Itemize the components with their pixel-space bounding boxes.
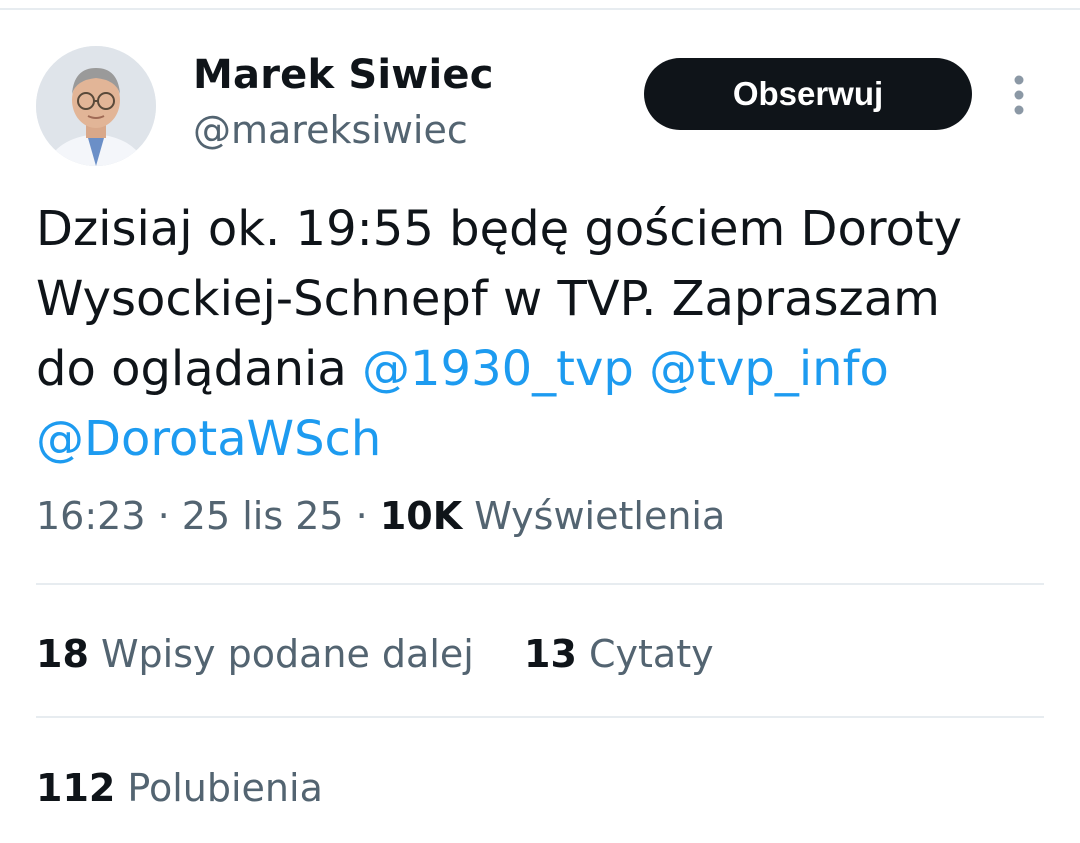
divider xyxy=(36,716,1044,718)
views-label: Wyświetlenia xyxy=(474,494,726,538)
tweet-time[interactable]: 16:23 xyxy=(36,494,146,538)
likes-row: 112 Polubienia xyxy=(36,766,323,810)
tweet-text-line: do oglądania @1930_tvp @tvp_info xyxy=(36,334,1046,404)
likes-label: Polubienia xyxy=(127,766,323,810)
quotes-stat[interactable]: 13 Cytaty xyxy=(524,632,714,676)
tweet-meta: 16:23 · 25 lis 25 · 10K Wyświetlenia xyxy=(36,494,725,538)
follow-button[interactable]: Obserwuj xyxy=(644,58,972,130)
mention-link[interactable]: @tvp_info xyxy=(649,341,889,397)
display-name[interactable]: Marek Siwiec xyxy=(193,52,494,98)
engagement-row: 18 Wpisy podane dalej 13 Cytaty xyxy=(36,632,714,676)
user-handle[interactable]: @mareksiwiec xyxy=(193,108,468,152)
top-divider xyxy=(0,8,1080,10)
likes-count: 112 xyxy=(36,766,116,810)
tweet-text: Dzisiaj ok. 19:55 będę gościem Doroty Wy… xyxy=(36,194,1046,474)
tweet-text-segment: do oglądania xyxy=(36,341,347,397)
avatar[interactable] xyxy=(36,46,156,166)
avatar-image xyxy=(36,46,156,166)
meta-separator: · xyxy=(157,494,170,538)
more-vertical-icon[interactable] xyxy=(1004,72,1034,118)
quotes-count: 13 xyxy=(524,632,577,676)
reposts-label: Wpisy podane dalej xyxy=(100,632,474,676)
tweet-text-line: Wysockiej-Schnepf w TVP. Zapraszam xyxy=(36,271,940,327)
reposts-stat[interactable]: 18 Wpisy podane dalej xyxy=(36,632,486,676)
tweet-text-line: @DorotaWSch xyxy=(36,404,1046,474)
views-count: 10K xyxy=(379,494,463,538)
likes-stat[interactable]: 112 Polubienia xyxy=(36,766,323,810)
reposts-count: 18 xyxy=(36,632,89,676)
mention-link[interactable]: @1930_tvp xyxy=(362,341,634,397)
quotes-label: Cytaty xyxy=(589,632,714,676)
tweet-date[interactable]: 25 lis 25 xyxy=(182,494,344,538)
tweet-text-line: Dzisiaj ok. 19:55 będę gościem Doroty xyxy=(36,201,963,257)
divider xyxy=(36,583,1044,585)
meta-separator: · xyxy=(355,494,368,538)
mention-link[interactable]: @DorotaWSch xyxy=(36,411,381,467)
